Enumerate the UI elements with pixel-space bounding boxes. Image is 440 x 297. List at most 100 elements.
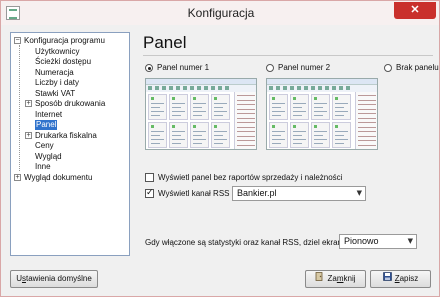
preview-rss-line [358, 117, 376, 119]
preview-rss-column [234, 92, 256, 149]
preview-tile [311, 94, 330, 120]
preview-tile-icon [172, 97, 175, 100]
preview-tile-line [151, 115, 160, 116]
split-mode-select[interactable]: Pionowo ▼ [339, 234, 417, 249]
preview-tile-line [214, 131, 227, 132]
preview-tile-line [335, 115, 344, 116]
preview-toolbar-icon [276, 86, 280, 90]
close-door-icon [315, 271, 324, 287]
preview-toolbar-icon [304, 86, 308, 90]
preview-toolbar-icon [297, 86, 301, 90]
preview-tile-line [151, 107, 160, 108]
preview-toolbar-icon [162, 86, 166, 90]
preview-tile [290, 94, 309, 120]
preview-tile-line [293, 139, 306, 140]
preview-toolbar-icon [311, 86, 315, 90]
rss-checkbox[interactable] [145, 188, 154, 198]
no-reports-checkbox[interactable] [145, 173, 154, 182]
preview-tile-line [214, 143, 223, 144]
panel-2-preview[interactable] [266, 78, 378, 150]
preview-rss-line [358, 122, 376, 123]
preview-tile-line [214, 107, 223, 108]
panel-option-1-label[interactable]: Panel numer 1 [157, 63, 209, 72]
preview-rss-line [237, 117, 255, 119]
expand-icon[interactable]: + [25, 100, 32, 107]
preview-tile-line [214, 139, 227, 140]
restore-defaults-label: Ustawienia domyślne [16, 274, 92, 283]
save-button[interactable]: Zapisz [370, 270, 431, 288]
tree-item-label: Wygląd dokumentu [24, 172, 93, 182]
tree-item-numeracja[interactable]: Numeracja [11, 68, 129, 78]
tree-item-uzytkownicy[interactable]: Użytkownicy [11, 47, 129, 57]
collapse-icon[interactable]: − [14, 37, 21, 44]
preview-tile-line [293, 135, 302, 136]
restore-defaults-button[interactable]: Ustawienia domyślne [10, 270, 98, 288]
preview-toolbar-icon [283, 86, 287, 90]
preview-tile-icon [293, 97, 296, 100]
tree-item-label: Ścieżki dostępu [35, 57, 92, 66]
preview-tile-line [314, 131, 327, 132]
preview-tile [269, 122, 288, 148]
config-window: Konfiguracja ✕ − Konfiguracja programu Uży… [0, 0, 440, 297]
tree-item-wyglad-dokumentu[interactable]: + Wygląd dokumentu [11, 173, 129, 183]
chevron-down-icon: ▼ [407, 237, 413, 245]
preview-tile-line [214, 111, 227, 112]
preview-toolbar-icon [155, 86, 159, 90]
preview-tile-line [193, 143, 202, 144]
preview-toolbar-icon [318, 86, 322, 90]
panel-option-2-radio[interactable] [266, 64, 274, 72]
tree-item-wyglad[interactable]: Wygląd [11, 152, 129, 162]
preview-tile [211, 94, 230, 120]
preview-tile [169, 94, 188, 120]
preview-tile-line [314, 139, 327, 140]
panel-option-3-radio[interactable] [384, 64, 392, 72]
panel-1-preview[interactable] [145, 78, 257, 150]
preview-tile-icon [193, 125, 196, 128]
preview-tile-icon [272, 97, 275, 100]
preview-rss-line [358, 99, 376, 101]
panel-option-1-radio[interactable] [145, 64, 153, 72]
preview-tile-line [272, 131, 285, 132]
tree-item-stawki-vat[interactable]: Stawki VAT [11, 89, 129, 99]
split-mode-value: Pionowo [344, 236, 379, 246]
preview-tile-line [272, 103, 285, 104]
tree-item-internet[interactable]: Internet [11, 110, 129, 120]
preview-tile-line [272, 135, 281, 136]
preview-rss-line [237, 135, 255, 137]
title-divider [143, 55, 433, 56]
preview-rss-line [358, 126, 376, 128]
preview-tile-line [193, 103, 206, 104]
preview-tile-line [272, 143, 281, 144]
close-window-button[interactable]: ✕ [394, 2, 436, 19]
rss-source-select[interactable]: Bankier.pl ▼ [232, 186, 366, 201]
tree-item-inne[interactable]: Inne [11, 162, 129, 172]
preview-tile [290, 122, 309, 148]
tree-item-ceny[interactable]: Ceny [11, 141, 129, 151]
tree-item-panel[interactable]: Panel [11, 120, 129, 130]
preview-tile-icon [272, 125, 275, 128]
tree-item-label: Liczby i daty [35, 78, 80, 87]
panel-option-3-label[interactable]: Brak panelu [396, 63, 439, 72]
tree-item-liczby-i-daty[interactable]: Liczby i daty [11, 78, 129, 88]
chevron-down-icon: ▼ [356, 189, 362, 197]
expand-icon[interactable]: + [14, 173, 21, 181]
tree-item-drukarka-fiskalna[interactable]: + Drukarka fiskalna [11, 131, 129, 141]
close-button[interactable]: Zamknij [305, 270, 366, 288]
panel-option-2-label[interactable]: Panel numer 2 [278, 63, 330, 72]
window-title: Konfiguracja [187, 6, 255, 20]
preview-rss-line [237, 108, 255, 110]
save-label: Zapisz [394, 274, 419, 284]
tree-item-sciezki-dostepu[interactable]: Ścieżki dostępu [11, 57, 129, 67]
preview-tile-icon [293, 125, 296, 128]
preview-tile-line [193, 131, 206, 132]
preview-toolbar-icon [339, 86, 343, 90]
preview-tile-line [335, 135, 344, 136]
preview-rss-line [237, 144, 255, 146]
preview-tile [190, 122, 209, 148]
preview-tile-line [272, 107, 281, 108]
tree-item-sposob-drukowania[interactable]: + Sposób drukowania [11, 99, 129, 109]
tree-item-konfiguracja-programu[interactable]: − Konfiguracja programu [11, 36, 129, 46]
tree-item-label: Użytkownicy [35, 46, 80, 56]
preview-toolbar-icon [169, 86, 173, 90]
expand-icon[interactable]: + [25, 131, 32, 139]
